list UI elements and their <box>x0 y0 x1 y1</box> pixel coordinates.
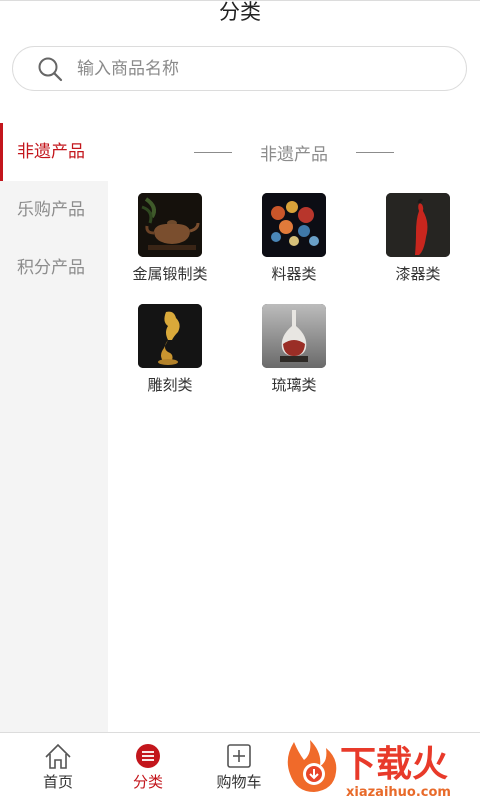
bird-carving-image <box>138 304 202 368</box>
page-title: 分类 <box>219 0 261 24</box>
category-label: 漆器类 <box>395 265 441 283</box>
category-tile-glass[interactable]: 料器类 <box>234 193 344 293</box>
section-header: 非遗产品 <box>108 140 480 165</box>
category-label: 金属锻制类 <box>132 265 208 283</box>
divider <box>356 152 394 153</box>
tab-label: 分类 <box>132 773 163 791</box>
sidebar-item-jifen[interactable]: 积分产品 <box>0 239 108 297</box>
search-icon <box>38 57 63 82</box>
glass-flowers-image <box>262 193 326 257</box>
tab-home[interactable]: 首页 <box>10 733 106 800</box>
sidebar-item-feiyi[interactable]: 非遗产品 <box>0 123 108 181</box>
search-input[interactable] <box>77 55 447 83</box>
teapot-image <box>138 193 202 257</box>
category-tile-glaze[interactable]: 琉璃类 <box>234 304 344 404</box>
red-vase-image <box>386 193 450 257</box>
sidebar-item-legou[interactable]: 乐购产品 <box>0 181 108 239</box>
header-bar: 分类 <box>0 0 480 30</box>
category-label: 料器类 <box>271 265 317 283</box>
category-sidebar: 非遗产品 乐购产品 积分产品 <box>0 123 108 732</box>
tab-category[interactable]: 分类 <box>100 733 196 800</box>
category-icon <box>136 744 160 768</box>
cart-icon <box>227 744 251 768</box>
home-icon <box>45 743 71 769</box>
category-label: 雕刻类 <box>147 376 193 394</box>
category-label: 琉璃类 <box>271 376 317 394</box>
tab-label: 首页 <box>42 773 73 791</box>
svg-text:xiazaihuo.com: xiazaihuo.com <box>346 785 451 800</box>
section-title: 非遗产品 <box>260 145 328 165</box>
tab-cart[interactable]: 购物车 <box>191 733 287 800</box>
category-tile-carving[interactable]: 雕刻类 <box>110 304 220 404</box>
tab-label: 购物车 <box>216 773 262 791</box>
svg-text:下载火: 下载火 <box>340 744 448 785</box>
category-content: 非遗产品 金属锻制类 料器类 漆器类 雕刻类 琉璃类 <box>108 123 480 732</box>
search-box[interactable] <box>12 46 467 91</box>
category-tile-lacquer[interactable]: 漆器类 <box>358 193 468 293</box>
watermark-logo: 下载火 xiazaihuo.com <box>287 740 451 800</box>
glaze-vase-image <box>262 304 326 368</box>
category-tile-metal[interactable]: 金属锻制类 <box>110 193 220 293</box>
